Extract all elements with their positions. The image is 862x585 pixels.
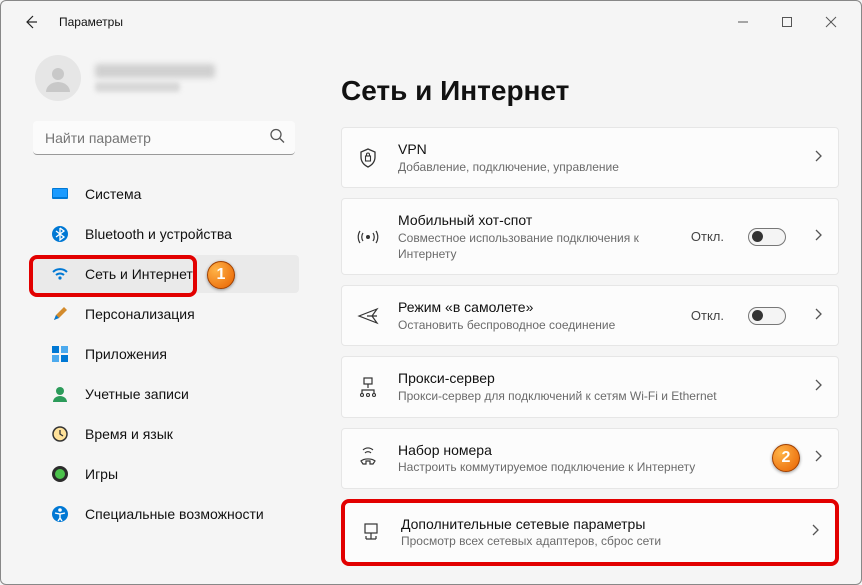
close-button[interactable] (809, 8, 853, 36)
card-sub: Остановить беспроводное соединение (398, 317, 673, 333)
sidebar-item-label: Игры (85, 466, 118, 482)
sidebar-item-network[interactable]: Сеть и Интернет (33, 255, 299, 293)
card-sub: Прокси-сервер для подключений к сетям Wi… (398, 388, 794, 404)
maximize-button[interactable] (765, 8, 809, 36)
card-sub: Просмотр всех сетевых адаптеров, сброс с… (401, 533, 791, 549)
dialup-icon (356, 446, 380, 470)
sidebar: Система Bluetooth и устройства С (1, 43, 313, 584)
sidebar-item-label: Сеть и Интернет (85, 266, 193, 282)
card-sub: Настроить коммутируемое подключение к Ин… (398, 459, 794, 475)
vpn-icon (356, 146, 380, 170)
annotation-badge-1: 1 (207, 261, 235, 289)
gaming-icon (51, 465, 69, 483)
card-title: Мобильный хот-спот (398, 211, 673, 230)
sidebar-item-label: Специальные возможности (85, 506, 264, 522)
card-sub: Добавление, подключение, управление (398, 159, 794, 175)
chevron-right-icon (812, 228, 824, 246)
accessibility-icon (51, 505, 69, 523)
proxy-icon (356, 375, 380, 399)
hotspot-icon (356, 225, 380, 249)
card-proxy[interactable]: Прокси-сервер Прокси-сервер для подключе… (341, 356, 839, 417)
card-title: Режим «в самолете» (398, 298, 673, 317)
sidebar-item-accessibility[interactable]: Специальные возможности (33, 495, 299, 533)
toggle-status: Откл. (691, 229, 724, 244)
brush-icon (51, 305, 69, 323)
sidebar-item-bluetooth[interactable]: Bluetooth и устройства (33, 215, 299, 253)
back-button[interactable] (17, 8, 45, 36)
toggle-status: Откл. (691, 308, 724, 323)
window-title: Параметры (59, 15, 123, 29)
sidebar-item-system[interactable]: Система (33, 175, 299, 213)
sidebar-item-label: Bluetooth и устройства (85, 226, 232, 242)
card-title: VPN (398, 140, 794, 159)
sidebar-item-apps[interactable]: Приложения (33, 335, 299, 373)
sidebar-item-gaming[interactable]: Игры (33, 455, 299, 493)
sidebar-item-personalization[interactable]: Персонализация (33, 295, 299, 333)
chevron-right-icon (812, 149, 824, 167)
annotation-badge-2: 2 (772, 444, 800, 472)
advanced-network-icon (359, 520, 383, 544)
chevron-right-icon (809, 523, 821, 541)
airplane-icon (356, 304, 380, 328)
card-title: Прокси-сервер (398, 369, 794, 388)
sidebar-item-label: Учетные записи (85, 386, 189, 402)
apps-icon (51, 345, 69, 363)
card-vpn[interactable]: VPN Добавление, подключение, управление (341, 127, 839, 188)
card-sub: Совместное использование подключения к И… (398, 230, 673, 262)
page-title: Сеть и Интернет (341, 75, 839, 107)
minimize-button[interactable] (721, 8, 765, 36)
content-pane: Сеть и Интернет VPN Добавление, подключе… (313, 43, 861, 584)
system-icon (51, 185, 69, 203)
clock-icon (51, 425, 69, 443)
wifi-icon (51, 265, 69, 283)
card-title: Дополнительные сетевые параметры (401, 515, 791, 534)
sidebar-item-time[interactable]: Время и язык (33, 415, 299, 453)
bluetooth-icon (51, 225, 69, 243)
hotspot-toggle[interactable] (748, 228, 786, 246)
sidebar-item-label: Система (85, 186, 141, 202)
accounts-icon (51, 385, 69, 403)
sidebar-item-label: Приложения (85, 346, 167, 362)
account-block[interactable] (1, 49, 313, 115)
nav-list: Система Bluetooth и устройства С (1, 169, 313, 533)
sidebar-item-label: Персонализация (85, 306, 195, 322)
airplane-toggle[interactable] (748, 307, 786, 325)
chevron-right-icon (812, 307, 824, 325)
card-title: Набор номера (398, 441, 794, 460)
account-labels (95, 64, 215, 92)
card-dialup[interactable]: Набор номера Настроить коммутируемое под… (341, 428, 839, 489)
avatar (35, 55, 81, 101)
sidebar-item-accounts[interactable]: Учетные записи (33, 375, 299, 413)
search-input[interactable] (33, 121, 295, 155)
chevron-right-icon (812, 378, 824, 396)
card-advanced[interactable]: Дополнительные сетевые параметры Просмот… (341, 499, 839, 566)
card-hotspot[interactable]: Мобильный хот-спот Совместное использова… (341, 198, 839, 275)
chevron-right-icon (812, 449, 824, 467)
sidebar-item-label: Время и язык (85, 426, 173, 442)
search-icon (269, 128, 285, 149)
card-airplane[interactable]: Режим «в самолете» Остановить беспроводн… (341, 285, 839, 346)
